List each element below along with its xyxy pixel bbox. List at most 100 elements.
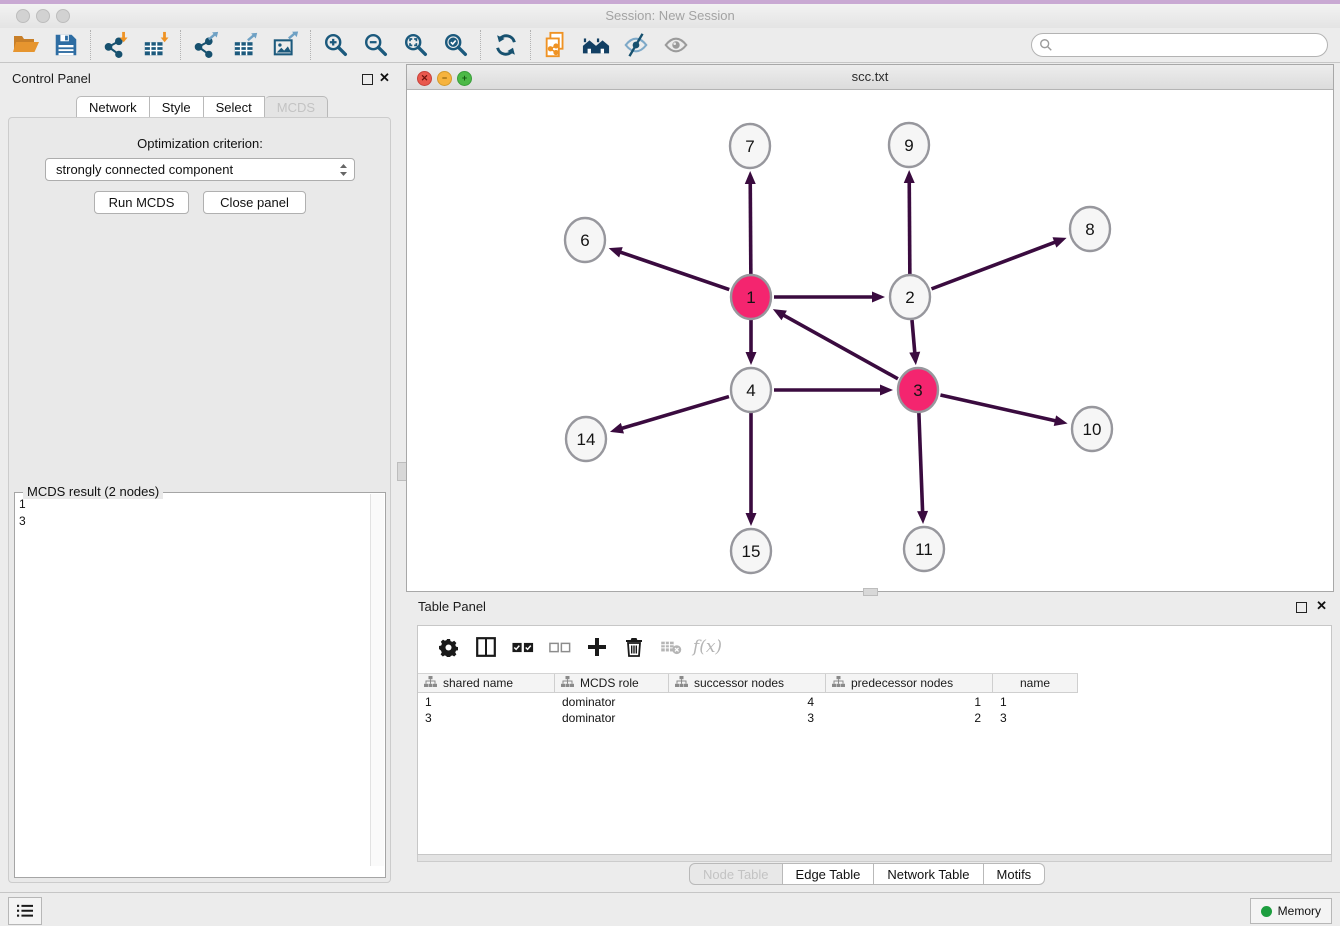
table-cell[interactable]: 2	[826, 710, 993, 726]
network-canvas[interactable]: 7 9 6 8 1 2 4 3 14 10 15 11	[407, 90, 1333, 591]
graph-node-4[interactable]: 4	[731, 368, 771, 412]
import-network-button[interactable]	[96, 29, 136, 61]
tab-network-table[interactable]: Network Table	[874, 863, 983, 885]
save-session-button[interactable]	[46, 29, 86, 61]
close-window-button[interactable]	[16, 9, 30, 23]
table-cell[interactable]: 3	[993, 710, 1078, 726]
column-header-name[interactable]: name	[993, 674, 1078, 692]
close-panel-button[interactable]: Close panel	[203, 191, 306, 214]
delete-table-button-disabled[interactable]	[652, 630, 689, 664]
task-history-button[interactable]	[8, 897, 42, 925]
table-header-row: shared nameMCDS rolesuccessor nodesprede…	[418, 673, 1078, 693]
table-cell[interactable]: 1	[418, 694, 555, 710]
run-mcds-button[interactable]: Run MCDS	[94, 191, 189, 214]
column-header-predecessor-nodes[interactable]: predecessor nodes	[826, 674, 993, 692]
zoom-fit-button[interactable]	[396, 29, 436, 61]
graph-node-15[interactable]: 15	[731, 529, 771, 573]
node-label: 1	[746, 288, 755, 307]
graph-edge-arrowhead	[917, 511, 928, 524]
graph-node-1[interactable]: 1	[731, 275, 771, 319]
graph-edge-1-6[interactable]	[619, 252, 729, 290]
column-type-icon	[675, 676, 688, 691]
open-session-button[interactable]	[6, 29, 46, 61]
table-cell[interactable]: 3	[418, 710, 555, 726]
column-browser-button[interactable]	[467, 630, 504, 664]
graph-node-14[interactable]: 14	[566, 417, 606, 461]
network-graph: 7 9 6 8 1 2 4 3 14 10 15 11	[407, 90, 1333, 591]
column-header-successor-nodes[interactable]: successor nodes	[669, 674, 826, 692]
graph-node-10[interactable]: 10	[1072, 407, 1112, 451]
graph-edge-2-3[interactable]	[912, 320, 915, 354]
export-image-button[interactable]	[266, 29, 306, 61]
column-header-shared-name[interactable]: shared name	[418, 674, 555, 692]
hide-selected-button[interactable]	[616, 29, 656, 61]
graph-node-2[interactable]: 2	[890, 275, 930, 319]
graph-node-8[interactable]: 8	[1070, 207, 1110, 251]
graph-edge-2-8[interactable]	[932, 242, 1057, 289]
graph-node-9[interactable]: 9	[889, 123, 929, 167]
zoom-out-button[interactable]	[356, 29, 396, 61]
column-header-MCDS-role[interactable]: MCDS role	[555, 674, 669, 692]
table-settings-button[interactable]	[430, 630, 467, 664]
tab-network[interactable]: Network	[76, 96, 150, 118]
function-builder-button-disabled[interactable]: f(x)	[689, 630, 726, 664]
tab-motifs[interactable]: Motifs	[984, 863, 1046, 885]
tab-select[interactable]: Select	[204, 96, 265, 118]
tab-style[interactable]: Style	[150, 96, 204, 118]
create-column-button[interactable]	[578, 630, 615, 664]
table-tabs: Node TableEdge TableNetwork TableMotifs	[689, 863, 1045, 885]
network-window-titlebar[interactable]: ✕ − + scc.txt	[407, 65, 1333, 90]
graph-node-3[interactable]: 3	[898, 368, 938, 412]
network-maximize-button[interactable]: +	[457, 71, 472, 86]
search-input[interactable]	[1053, 37, 1307, 53]
memory-button[interactable]: Memory	[1250, 898, 1332, 924]
deselect-all-columns-button[interactable]	[541, 630, 578, 664]
table-cell[interactable]: dominator	[555, 694, 669, 710]
graph-edge-2-9[interactable]	[909, 181, 910, 274]
table-cell[interactable]: 1	[993, 694, 1078, 710]
delete-columns-button[interactable]	[615, 630, 652, 664]
toolbar-separator	[310, 30, 312, 60]
network-close-button[interactable]: ✕	[417, 71, 432, 86]
criterion-dropdown[interactable]: strongly connected component	[45, 158, 355, 181]
minimize-window-button[interactable]	[36, 9, 50, 23]
tab-mcds[interactable]: MCDS	[265, 96, 328, 118]
graph-edge-3-10[interactable]	[940, 395, 1056, 421]
table-cell[interactable]: 1	[826, 694, 993, 710]
import-table-button[interactable]	[136, 29, 176, 61]
network-minimize-button[interactable]: −	[437, 71, 452, 86]
node-label: 10	[1083, 420, 1102, 439]
result-scrollbar[interactable]	[370, 494, 384, 866]
table-cell[interactable]: dominator	[555, 710, 669, 726]
graph-edge-3-1[interactable]	[782, 315, 897, 379]
zoom-in-button[interactable]	[316, 29, 356, 61]
apply-layout-button[interactable]	[486, 29, 526, 61]
graph-edge-1-7[interactable]	[750, 182, 751, 274]
tab-edge-table[interactable]: Edge Table	[783, 863, 875, 885]
zoom-selected-button[interactable]	[436, 29, 476, 61]
export-table-button[interactable]	[226, 29, 266, 61]
tab-node-table[interactable]: Node Table	[689, 863, 783, 885]
show-all-button[interactable]	[656, 29, 696, 61]
graph-node-11[interactable]: 11	[904, 527, 944, 571]
select-all-columns-button[interactable]	[504, 630, 541, 664]
zoom-window-button[interactable]	[56, 9, 70, 23]
graph-edge-3-11[interactable]	[919, 413, 923, 513]
table-cell[interactable]: 4	[669, 694, 826, 710]
column-type-icon	[561, 676, 574, 691]
float-table-panel-icon[interactable]	[1296, 602, 1307, 613]
table-row: 3dominator323	[418, 710, 1078, 726]
node-label: 9	[904, 136, 913, 155]
graph-edge-4-14[interactable]	[621, 397, 729, 429]
first-neighbors-button[interactable]	[576, 29, 616, 61]
mcds-result-line: 3	[19, 513, 26, 530]
close-table-panel-icon[interactable]: ✕	[1316, 599, 1327, 613]
graph-node-7[interactable]: 7	[730, 124, 770, 168]
close-panel-icon[interactable]: ✕	[379, 71, 390, 85]
export-network-button[interactable]	[186, 29, 226, 61]
graph-node-6[interactable]: 6	[565, 218, 605, 262]
search-field[interactable]	[1031, 33, 1328, 57]
float-panel-icon[interactable]	[362, 74, 373, 85]
new-network-from-selection-button[interactable]	[536, 29, 576, 61]
table-cell[interactable]: 3	[669, 710, 826, 726]
